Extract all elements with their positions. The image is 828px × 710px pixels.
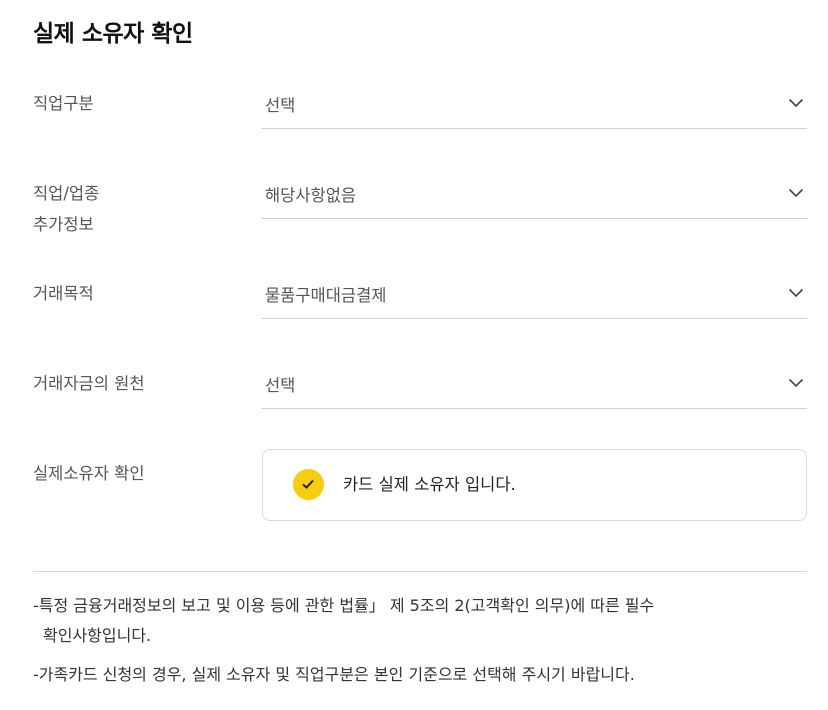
chevron-down-icon: [788, 98, 804, 108]
owner-confirm-label: 실제소유자 확인: [33, 464, 145, 483]
job-detail-label-line1: 직업/업종: [33, 184, 100, 203]
owner-confirm-checkbox[interactable]: 카드 실제 소유자 입니다.: [262, 449, 807, 521]
checkmark-icon: [302, 479, 314, 489]
divider: [33, 571, 807, 572]
purpose-label: 거래목적: [33, 284, 94, 303]
notice-1: -특정 금융거래정보의 보고 및 이용 등에 관한 법률」 제 5조의 2(고객…: [33, 591, 654, 651]
chevron-down-icon: [788, 378, 804, 388]
job-detail-label: 직업/업종 추가정보: [33, 178, 99, 240]
job-detail-value: 해당사항없음: [265, 186, 357, 205]
job-type-value: 선택: [265, 96, 296, 115]
chevron-down-icon: [788, 288, 804, 298]
fund-source-select[interactable]: 선택: [262, 374, 807, 409]
job-type-select[interactable]: 선택: [262, 94, 807, 129]
check-circle: [293, 469, 324, 500]
owner-confirm-text: 카드 실제 소유자 입니다.: [343, 475, 516, 494]
page-title: 실제 소유자 확인: [33, 21, 193, 47]
fund-source-label: 거래자금의 원천: [33, 374, 145, 393]
job-type-label: 직업구분: [33, 94, 94, 113]
job-detail-select[interactable]: 해당사항없음: [262, 184, 807, 219]
notice-1-line2: 확인사항입니다.: [43, 626, 152, 645]
purpose-select[interactable]: 물품구매대금결제: [262, 284, 807, 319]
notice-1-line1: -특정 금융거래정보의 보고 및 이용 등에 관한 법률」 제 5조의 2(고객…: [33, 596, 655, 615]
purpose-value: 물품구매대금결제: [265, 286, 387, 305]
chevron-down-icon: [788, 188, 804, 198]
fund-source-value: 선택: [265, 376, 296, 395]
notice-2: -가족카드 신청의 경우, 실제 소유자 및 직업구분은 본인 기준으로 선택해…: [33, 665, 635, 684]
job-detail-label-line2: 추가정보: [33, 215, 94, 234]
